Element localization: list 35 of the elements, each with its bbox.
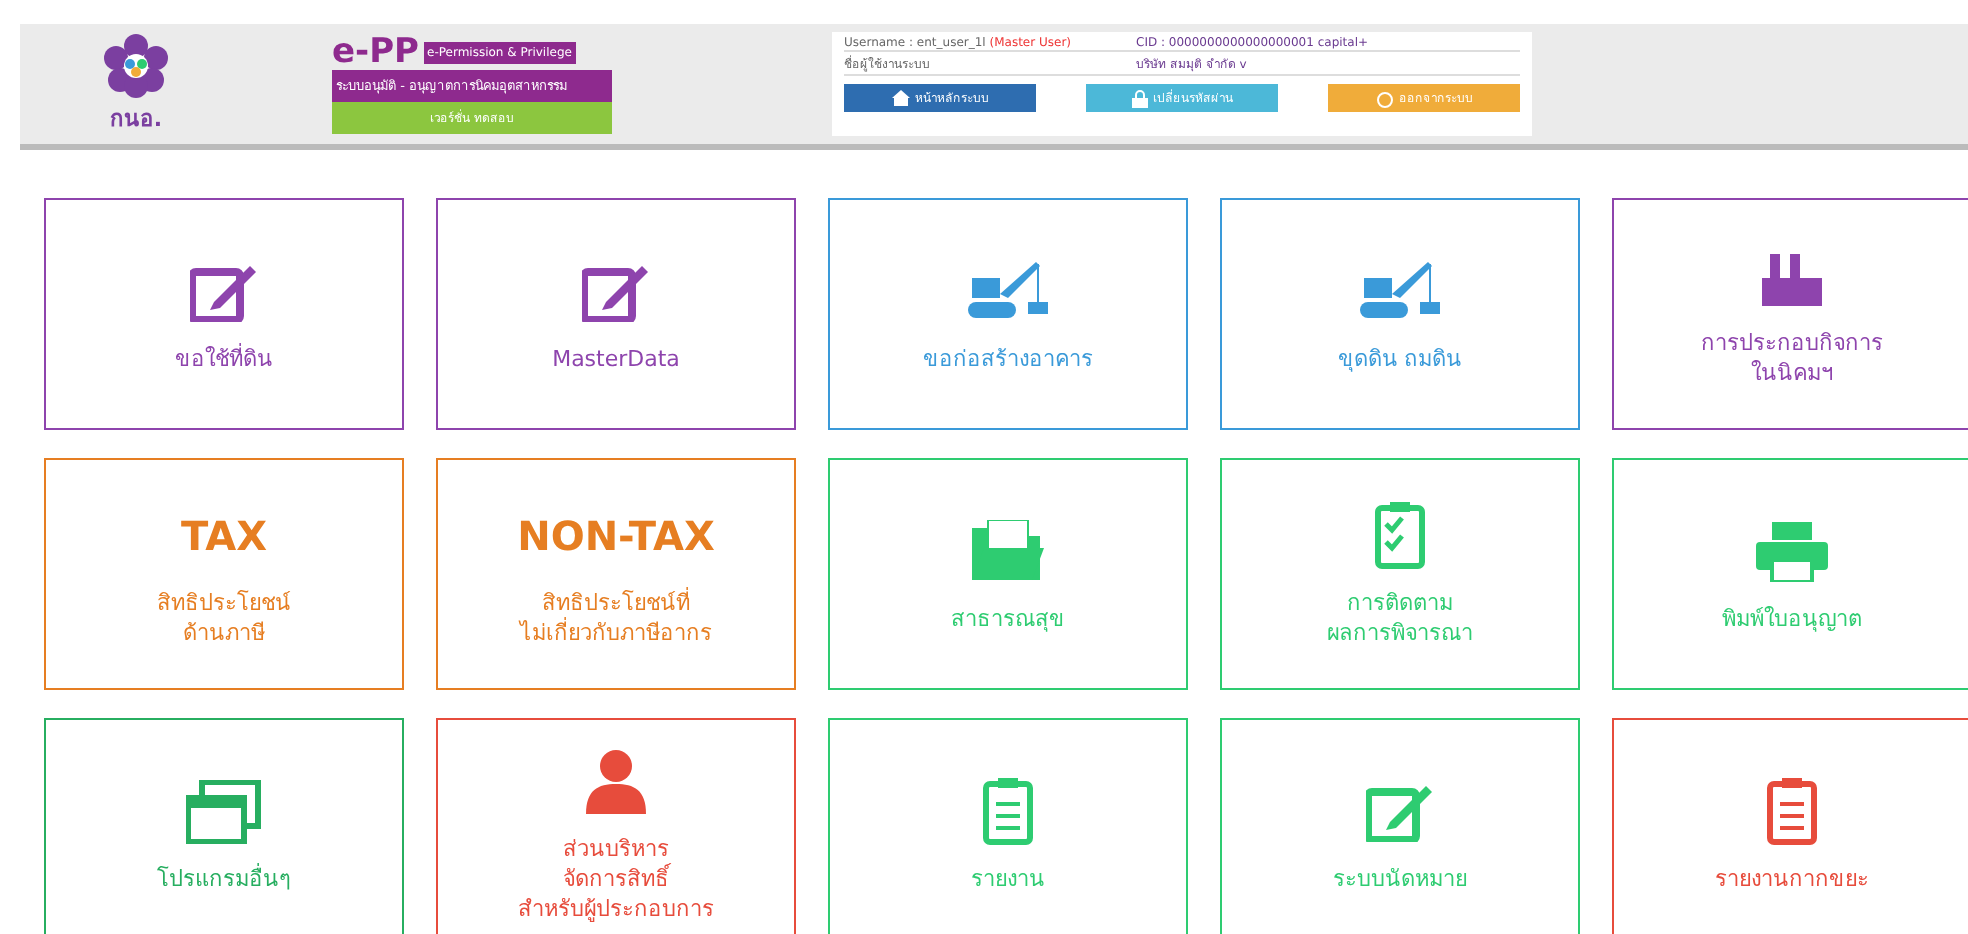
edit-icon: [190, 261, 258, 321]
clipboard-icon: [982, 777, 1034, 845]
menu-tile[interactable]: สาธารณสุข: [828, 458, 1188, 690]
logo-text: กนอ.: [109, 103, 163, 135]
menu-tile[interactable]: โปรแกรมอื่นๆ: [44, 718, 404, 934]
menu-tile[interactable]: รายงานกากขยะ: [1612, 718, 1968, 934]
clipboard-icon: [1766, 777, 1818, 845]
checklist-icon: [1374, 502, 1426, 570]
home-icon: [891, 90, 909, 106]
menu-tile[interactable]: พิมพ์ใบอนุญาต: [1612, 458, 1968, 690]
crane-icon: [1360, 261, 1440, 321]
printer-icon: [1756, 521, 1828, 581]
menu-tile[interactable]: NON-TAX สิทธิประโยชน์ที่ ไม่เกี่ยวกับภาษีอากร: [436, 458, 796, 690]
tile-heading: TAX: [181, 512, 267, 560]
edit-icon: [1366, 781, 1434, 841]
crane-icon: [968, 261, 1048, 321]
menu-tile[interactable]: MasterData: [436, 198, 796, 430]
menu-tile[interactable]: ขอใช้ที่ดิน: [44, 198, 404, 430]
power-icon: [1375, 89, 1393, 107]
tile-heading: NON-TAX: [517, 512, 715, 560]
flower-logo-icon: [100, 33, 172, 97]
menu-tile[interactable]: ขอก่อสร้างอาคาร: [828, 198, 1188, 430]
folder-icon: [972, 519, 1044, 583]
lock-icon: [1131, 89, 1147, 107]
edit-icon: [582, 261, 650, 321]
menu-tile[interactable]: ส่วนบริหาร จัดการสิทธิ์ สำหรับผู้ประกอบการ: [436, 718, 796, 934]
menu-tile[interactable]: TAX สิทธิประโยชน์ ด้านภาษี: [44, 458, 404, 690]
menu-tile[interactable]: รายงาน: [828, 718, 1188, 934]
menu-tile[interactable]: การประกอบกิจการ ในนิคมฯ: [1612, 198, 1968, 430]
menu-tile[interactable]: การติดตาม ผลการพิจารณา: [1220, 458, 1580, 690]
app-name: e-PP: [332, 34, 420, 70]
menu-tile[interactable]: ระบบนัดหมาย: [1220, 718, 1580, 934]
menu-tile[interactable]: ขุดดิน ถมดิน: [1220, 198, 1580, 430]
windows-icon: [186, 779, 262, 843]
person-icon: [586, 749, 646, 813]
